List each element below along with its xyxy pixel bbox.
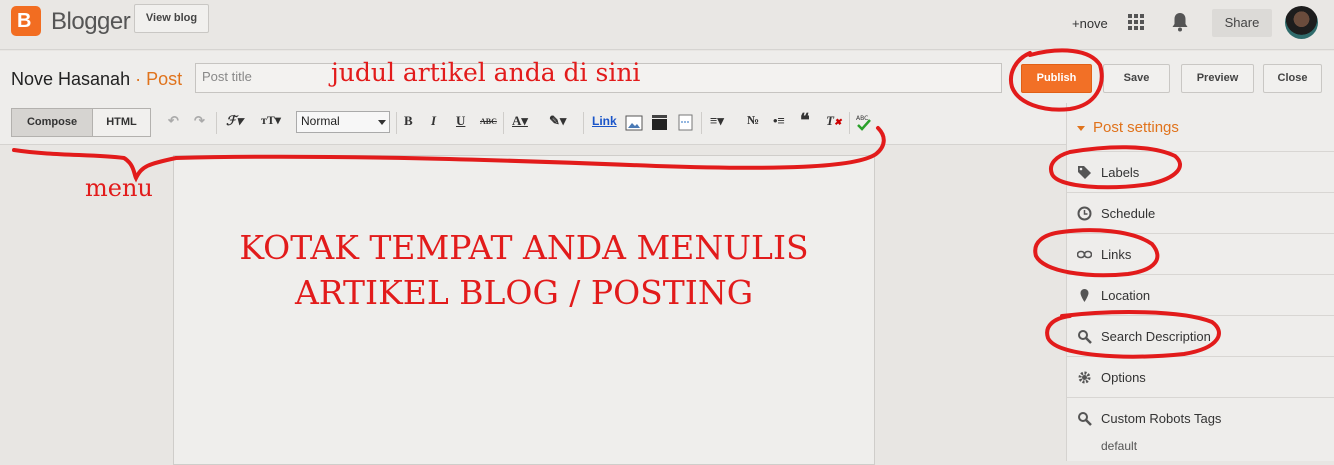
post-settings-header[interactable]: Post settings [1077,119,1179,136]
format-value: Normal [301,114,340,128]
quote-icon[interactable]: ❝ [800,110,810,131]
user-link[interactable]: +nove [1072,16,1108,31]
sidebar-item-search-description[interactable]: Search Description [1067,315,1334,356]
toolbar-divider [583,112,584,134]
bold-icon[interactable]: B [404,113,413,129]
strikethrough-icon[interactable]: ABC [480,117,497,126]
toolbar-divider [216,112,217,134]
paragraph-format-select[interactable]: Normal [296,111,390,133]
sidebar-item-labels[interactable]: Labels [1067,151,1334,192]
sidebar-item-schedule[interactable]: Schedule [1067,192,1334,233]
insert-image-icon[interactable] [625,115,643,131]
sidebar-item-label: Links [1101,247,1132,262]
gear-icon [1078,371,1091,384]
post-settings-sidebar: Post settings Labels Schedule Links Loca… [1066,103,1334,461]
annotation-editor-hint: KOTAK TEMPAT ANDA MENULIS ARTIKEL BLOG /… [173,225,875,315]
jump-break-icon[interactable] [678,114,693,131]
annotation-title-hint: judul artikel anda di sini [331,58,641,87]
svg-text:ABC: ABC [856,115,868,122]
brand-name[interactable]: Blogger [51,8,131,36]
numbered-list-icon[interactable]: № [747,113,759,128]
breadcrumb-separator: · [135,69,142,89]
redo-icon[interactable]: ↷ [194,113,205,129]
html-mode-button[interactable]: HTML [92,108,151,137]
font-family-icon[interactable]: ℱ▾ [226,113,243,129]
toolbar-divider [849,112,850,134]
search-icon [1078,330,1092,344]
insert-link-button[interactable]: Link [592,114,617,128]
text-color-icon[interactable]: A▾ [512,113,528,129]
blog-name[interactable]: Nove Hasanah [11,69,130,89]
undo-icon[interactable]: ↶ [168,113,179,129]
sidebar-item-label: Options [1101,370,1146,385]
toolbar-divider [396,112,397,134]
clock-icon [1077,206,1092,221]
annotation-editor-line1: KOTAK TEMPAT ANDA MENULIS [239,228,809,267]
close-button[interactable]: Close [1263,64,1322,93]
robots-default-value: default [1101,439,1138,453]
sidebar-item-links[interactable]: Links [1067,233,1334,274]
sidebar-item-label: Labels [1101,165,1140,180]
view-blog-button[interactable]: View blog [134,4,209,33]
share-button[interactable]: Share [1212,9,1272,37]
preview-button[interactable]: Preview [1181,64,1254,93]
annotation-menu-hint: menu [85,174,153,202]
insert-video-icon[interactable] [651,114,668,131]
toolbar-divider [503,112,504,134]
sidebar-item-label: Custom Robots Tags [1101,411,1222,426]
underline-icon[interactable]: U [456,113,465,129]
italic-icon[interactable]: I [431,113,436,129]
sidebar-item-label: Schedule [1101,206,1156,221]
link-icon [1077,250,1092,259]
annotation-editor-line2: ARTIKEL BLOG / POSTING [294,273,754,312]
blogger-logo-icon[interactable]: B [11,6,41,36]
spellcheck-icon[interactable]: ABC [856,113,872,131]
post-title-bar: Nove Hasanah · Post Post title Publish S… [0,51,1334,103]
sidebar-item-location[interactable]: Location [1067,274,1334,315]
chevron-down-icon [378,120,386,125]
top-bar: B Blogger View blog +nove Share [0,0,1334,50]
avatar[interactable] [1285,6,1318,39]
post-settings-title: Post settings [1093,119,1179,136]
breadcrumb-post: Post [146,69,183,89]
bulleted-list-icon[interactable]: •≡ [773,113,785,129]
font-size-icon[interactable]: тT▾ [261,113,281,128]
remove-formatting-icon[interactable]: T✖ [826,113,842,129]
compose-mode-button[interactable]: Compose [11,108,93,137]
highlight-color-icon[interactable]: ✎▾ [549,113,566,129]
pin-icon [1080,289,1089,302]
sidebar-item-label: Search Description [1101,329,1211,344]
toolbar-divider [701,112,702,134]
search-icon [1078,412,1092,426]
editor-toolbar: Compose HTML ↶ ↷ ℱ▾ тT▾ Normal B I U ABC… [0,103,1066,145]
sidebar-item-options[interactable]: Options [1067,356,1334,397]
notifications-bell-icon[interactable] [1171,12,1189,32]
align-icon[interactable]: ≡▾ [710,113,724,129]
tag-icon [1078,166,1091,179]
sidebar-item-label: Location [1101,288,1151,303]
triangle-down-icon [1077,125,1085,131]
publish-button[interactable]: Publish [1021,64,1092,93]
apps-grid-icon[interactable] [1128,14,1144,30]
save-button[interactable]: Save [1103,64,1170,93]
blog-breadcrumb: Nove Hasanah · Post [11,69,182,90]
